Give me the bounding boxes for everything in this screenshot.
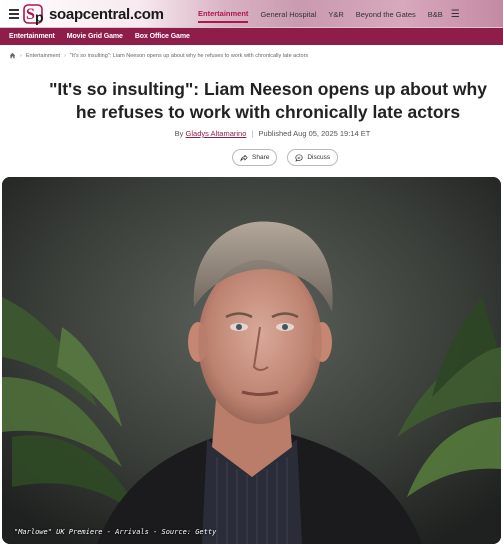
share-label: Share [252, 154, 270, 161]
top-navigation: Entertainment General Hospital Y&R Beyon… [198, 0, 460, 28]
sub-navigation: Entertainment Movie Grid Game Box Office… [0, 28, 503, 45]
article-headline: "It's so insulting": Liam Neeson opens u… [49, 79, 487, 122]
home-icon[interactable] [9, 52, 16, 59]
share-icon [240, 154, 248, 161]
subnav-entertainment[interactable]: Entertainment [9, 33, 55, 40]
nav-general-hospital[interactable]: General Hospital [260, 7, 316, 22]
share-button[interactable]: Share [232, 149, 278, 166]
more-menu-icon[interactable]: ☰ [451, 9, 460, 20]
svg-text:p: p [35, 9, 44, 25]
discuss-button[interactable]: Discuss [287, 149, 339, 166]
breadcrumb-separator: › [64, 52, 66, 59]
byline-prefix: By [174, 129, 184, 138]
menu-icon[interactable] [9, 9, 19, 19]
article-actions: Share Discuss [232, 149, 339, 166]
site-logo[interactable]: S p soapcentral.com [23, 3, 164, 25]
article-byline: By Gladys Altamarino | Published Aug 05,… [0, 129, 503, 138]
breadcrumb-separator: › [20, 52, 22, 59]
breadcrumb-entertainment[interactable]: Entertainment [26, 53, 60, 59]
site-header: S p soapcentral.com Entertainment Genera… [0, 0, 503, 28]
nav-bb[interactable]: B&B [428, 7, 443, 22]
hero-image [2, 177, 501, 544]
nav-beyond-the-gates[interactable]: Beyond the Gates [356, 7, 416, 22]
subnav-box-office-game[interactable]: Box Office Game [135, 33, 190, 40]
author-link[interactable]: Gladys Altamarino [186, 129, 247, 138]
nav-entertainment[interactable]: Entertainment [198, 6, 249, 23]
logo-text: soapcentral.com [49, 5, 164, 23]
breadcrumb-current: "It's so insulting": Liam Neeson opens u… [69, 52, 309, 59]
comment-icon [295, 153, 303, 162]
nav-yr[interactable]: Y&R [328, 7, 343, 22]
subnav-movie-grid-game[interactable]: Movie Grid Game [67, 33, 123, 40]
svg-text:S: S [26, 6, 35, 23]
logo-mark-icon: S p [23, 3, 47, 25]
breadcrumb: › Entertainment › "It's so insulting": L… [9, 52, 308, 59]
portrait-photo [2, 177, 501, 544]
byline-divider: | [251, 129, 254, 138]
published-date: Published Aug 05, 2025 19:14 ET [258, 129, 371, 138]
discuss-label: Discuss [307, 154, 331, 161]
image-caption: "Marlowe" UK Premiere - Arrivals - Sourc… [14, 528, 217, 536]
